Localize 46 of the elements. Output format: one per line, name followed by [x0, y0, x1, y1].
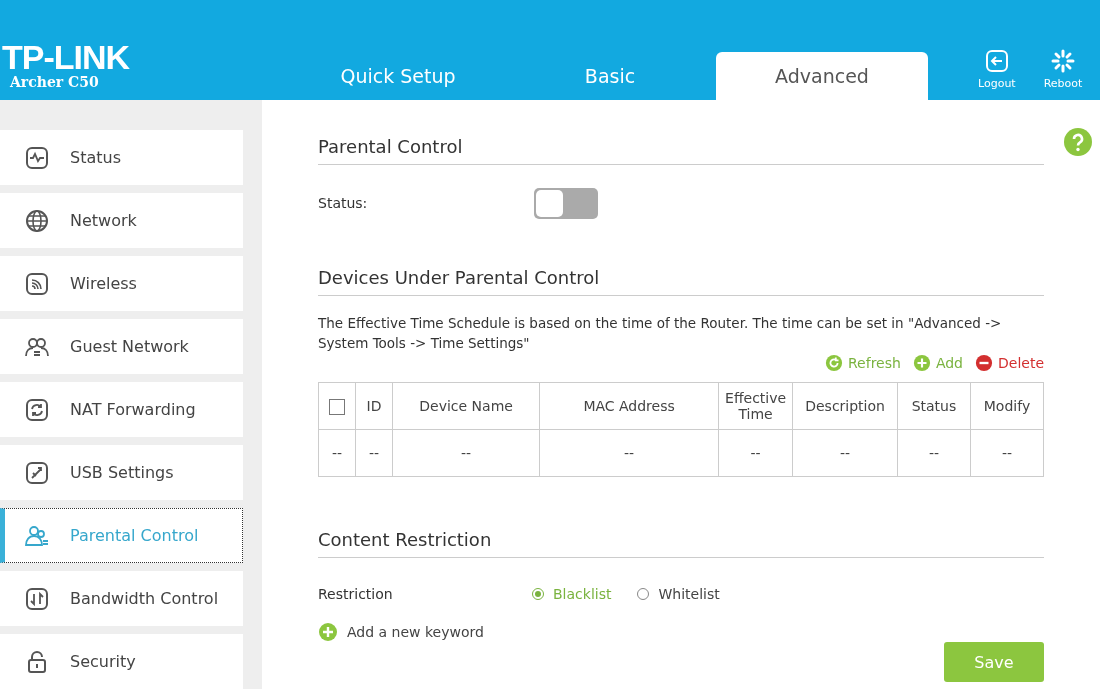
column-header: Status: [897, 382, 971, 430]
sidebar-item[interactable]: Security: [0, 634, 243, 689]
table-cell: --: [897, 429, 971, 477]
add-keyword-button[interactable]: Add a new keyword: [318, 622, 484, 642]
plus-icon: [912, 354, 931, 372]
status-label: Status:: [318, 195, 369, 211]
minus-icon: [975, 354, 993, 372]
model-name: Archer C50: [9, 74, 100, 90]
section-title: Content Restriction: [318, 529, 1044, 558]
column-header: Device Name: [392, 382, 540, 430]
nav-tab[interactable]: Advanced: [716, 52, 928, 100]
restriction-radio[interactable]: Whitelist: [637, 586, 720, 602]
table-cell: --: [539, 429, 719, 477]
refresh-icon: [825, 354, 843, 372]
sidebar-item[interactable]: Bandwidth Control: [0, 571, 243, 626]
table-cell: --: [355, 429, 393, 477]
delete-button[interactable]: Delete: [975, 354, 1044, 372]
column-header: Modify: [970, 382, 1044, 430]
sidebar-item[interactable]: Status: [0, 130, 243, 185]
sidebar-item[interactable]: Guest Network: [0, 319, 243, 374]
select-all-checkbox[interactable]: [329, 398, 345, 415]
table-cell: --: [392, 429, 540, 477]
plus-icon: [318, 622, 338, 642]
restriction-label: Restriction: [318, 586, 394, 602]
table-cell: --: [792, 429, 898, 477]
schedule-note: The Effective Time Schedule is based on the time of the Router. The time can be set in "Advanced -> System Tools -> Time Settings": [318, 314, 1003, 353]
sidebar-item[interactable]: Network: [0, 193, 243, 248]
brand-logo: TP-LINK: [2, 40, 131, 74]
column-header: Effective Time: [718, 382, 793, 430]
sidebar-item[interactable]: Wireless: [0, 256, 243, 311]
column-header: Description: [792, 382, 898, 430]
network-icon: [24, 207, 50, 234]
column-header: MAC Address: [539, 382, 719, 430]
table-cell: --: [970, 429, 1044, 477]
sidebar-item[interactable]: USB Settings: [0, 445, 243, 500]
column-header: ID: [355, 382, 393, 430]
section-title: Parental Control: [318, 136, 1044, 165]
help-icon[interactable]: [1064, 128, 1092, 156]
sidebar-item[interactable]: NAT Forwarding: [0, 382, 243, 437]
section-title: Devices Under Parental Control: [318, 267, 1044, 296]
exit-icon: [984, 49, 1009, 73]
wireless-icon: [24, 270, 50, 297]
status-toggle[interactable]: [534, 187, 598, 219]
burst-icon: [1051, 49, 1075, 73]
table-cell: --: [318, 429, 356, 477]
table-cell: --: [718, 429, 793, 477]
